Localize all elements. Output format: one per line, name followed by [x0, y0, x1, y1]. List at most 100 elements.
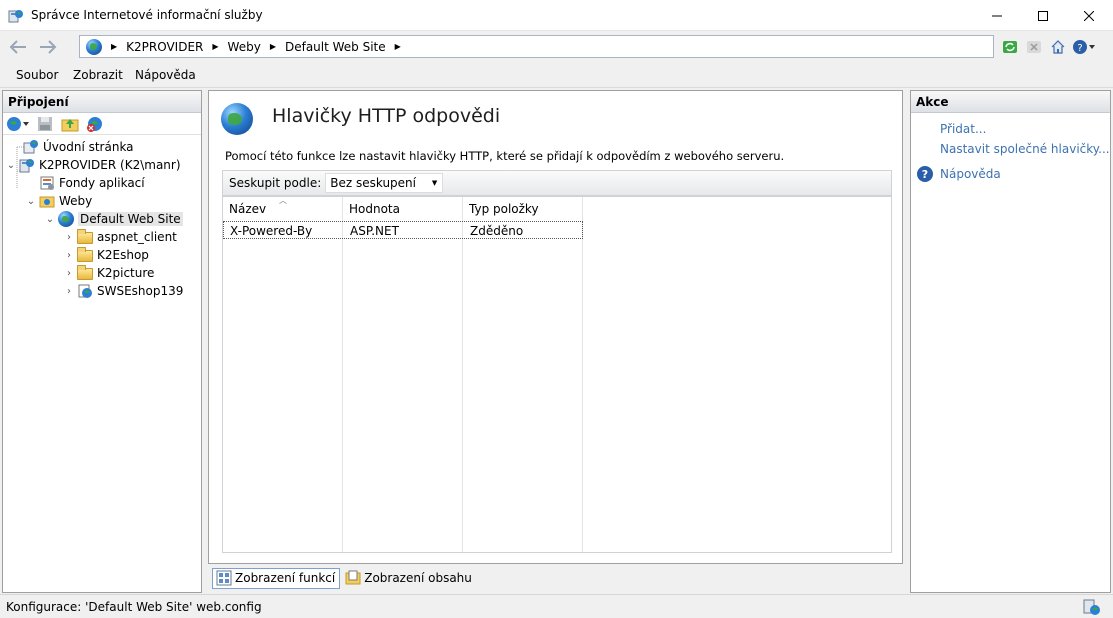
save-icon[interactable] [35, 115, 55, 133]
tab-label: Zobrazení funkcí [235, 571, 336, 585]
tab-label: Zobrazení obsahu [364, 571, 472, 585]
start-page-icon [23, 139, 39, 155]
config-status-icon [1083, 598, 1101, 616]
column-header-value[interactable]: Hodnota [343, 197, 406, 219]
column-header-name[interactable]: ︿ Název [223, 196, 287, 219]
content-view-icon [345, 570, 361, 586]
svg-text:?: ? [1077, 43, 1082, 54]
tree-item-label: K2PROVIDER (K2\manr) [39, 158, 181, 172]
group-by-value: Bez seskupení [330, 176, 416, 190]
breadcrumb-default-web-site[interactable]: Default Web Site [285, 40, 386, 54]
tree-item-aspnet-client[interactable]: › aspnet_client [63, 228, 177, 246]
web-app-icon [77, 283, 93, 299]
tree-item-k2eshop[interactable]: › K2Eshop [63, 246, 149, 264]
group-by-label: Seskupit podle: [229, 176, 322, 190]
minimize-button[interactable] [974, 0, 1020, 31]
connect-icon[interactable] [6, 115, 30, 133]
address-tools: ? [1000, 37, 1100, 57]
group-by-select[interactable]: Bez seskupení ▼ [325, 173, 444, 193]
stop-icon[interactable] [1024, 37, 1044, 57]
expand-chevron-icon[interactable]: › [63, 250, 75, 261]
breadcrumb-server[interactable]: K2PROVIDER [126, 40, 203, 54]
cell-type: Zděděno [470, 224, 524, 238]
sites-folder-icon [39, 193, 55, 209]
window-title: Správce Internetové informační služby [31, 8, 263, 22]
group-by-bar: Seskupit podle: Bez seskupení ▼ [222, 170, 892, 196]
help-icon: ? [917, 166, 933, 182]
expand-chevron-icon[interactable]: ⌄ [44, 214, 56, 225]
menu-help[interactable]: Nápověda [135, 68, 196, 82]
tree-item-swseshop139[interactable]: › SWSEshop139 [63, 282, 183, 300]
connections-title: Připojení [3, 91, 201, 113]
status-bar: Konfigurace: 'Default Web Site' web.conf… [0, 594, 1113, 618]
tree-item-label: Weby [59, 194, 93, 208]
feature-description: Pomocí této funkce lze nastavit hlavičky… [225, 149, 785, 163]
maximize-button[interactable] [1020, 0, 1066, 31]
tree-item-label: K2picture [97, 266, 155, 280]
status-text: Konfigurace: 'Default Web Site' web.conf… [6, 600, 262, 614]
tree-item-start-page[interactable]: Úvodní stránka [9, 138, 134, 156]
up-level-icon[interactable] [60, 115, 80, 133]
tree-item-label: Úvodní stránka [43, 140, 134, 154]
expand-chevron-icon[interactable]: ⌄ [5, 160, 17, 171]
help-link[interactable]: Nápověda [940, 167, 1001, 181]
globe-icon [86, 38, 102, 55]
tree-item-k2picture[interactable]: › K2picture [63, 264, 154, 282]
tab-features-view[interactable]: Zobrazení funkcí [212, 567, 341, 589]
home-icon[interactable] [1048, 37, 1068, 57]
breadcrumb-separator-icon[interactable]: ▶ [111, 42, 117, 51]
menu-file[interactable]: Soubor [16, 68, 58, 82]
address-bar[interactable]: ▶ K2PROVIDER ▶ Weby ▶ Default Web Site ▶ [79, 35, 994, 58]
table-row[interactable]: X-Powered-By ASP.NET Zděděno [223, 221, 583, 239]
refresh-icon[interactable] [1000, 37, 1020, 57]
disconnect-icon[interactable] [85, 115, 105, 133]
globe-icon [221, 103, 253, 135]
breadcrumb-sites[interactable]: Weby [228, 40, 261, 54]
server-icon [19, 157, 35, 173]
folder-icon [77, 247, 93, 263]
sort-ascending-icon: ︿ [279, 196, 287, 205]
set-common-headers-link[interactable]: Nastavit společné hlavičky... [940, 142, 1110, 156]
folder-icon [77, 265, 93, 281]
dropdown-arrow-icon: ▼ [431, 179, 438, 187]
connections-panel: Připojení Úvodní stránka ⌄ K2PROVIDER (K… [2, 90, 202, 593]
add-header-link[interactable]: Přidat... [940, 122, 986, 136]
tree-item-sites[interactable]: ⌄ Weby [25, 192, 92, 210]
tab-content-view[interactable]: Zobrazení obsahu [342, 568, 476, 589]
folder-icon [77, 229, 93, 245]
breadcrumb-separator-icon[interactable]: ▶ [212, 42, 218, 51]
breadcrumb-separator-icon[interactable]: ▶ [395, 42, 401, 51]
menu-bar: Soubor Zobrazit Nápověda [0, 62, 1113, 88]
menu-view[interactable]: Zobrazit [73, 68, 123, 82]
breadcrumb-separator-icon[interactable]: ▶ [270, 42, 276, 51]
back-button[interactable] [6, 36, 30, 58]
headers-grid: ︿ Název Hodnota Typ položky X-Powered-By… [222, 196, 892, 553]
help-dropdown-icon[interactable]: ? [1072, 37, 1096, 57]
actions-panel: Akce Přidat... Nastavit společné hlavičk… [910, 90, 1111, 593]
expand-chevron-icon[interactable]: ⌄ [25, 196, 37, 207]
forward-button[interactable] [36, 36, 60, 58]
feature-title: Hlavičky HTTP odpovědi [272, 105, 501, 127]
connections-toolbar [3, 113, 201, 135]
tree-item-server[interactable]: ⌄ K2PROVIDER (K2\manr) [5, 156, 181, 174]
close-button[interactable] [1066, 0, 1112, 31]
expand-chevron-icon[interactable]: › [63, 268, 75, 279]
grid-column [223, 197, 343, 552]
tree-item-default-web-site[interactable]: ⌄ Default Web Site [44, 210, 183, 228]
grid-column [343, 197, 463, 552]
address-toolbar: ▶ K2PROVIDER ▶ Weby ▶ Default Web Site ▶… [0, 31, 1113, 62]
grid-column [463, 197, 583, 552]
feature-panel: Hlavičky HTTP odpovědi Pomocí této funkc… [208, 90, 903, 564]
view-tabs: Zobrazení funkcí Zobrazení obsahu [212, 567, 478, 589]
iis-manager-icon [8, 8, 24, 24]
column-header-type[interactable]: Typ položky [463, 197, 545, 219]
tree-item-app-pools[interactable]: Fondy aplikací [25, 174, 145, 192]
expand-chevron-icon[interactable]: › [63, 286, 75, 297]
tree-item-label: SWSEshop139 [97, 284, 184, 298]
title-bar: Správce Internetové informační služby [0, 0, 1113, 31]
expand-chevron-icon[interactable]: › [63, 232, 75, 243]
cell-value: ASP.NET [350, 224, 399, 238]
tree-item-label: Default Web Site [78, 212, 183, 226]
app-pools-icon [39, 175, 55, 191]
actions-title: Akce [911, 91, 1110, 113]
